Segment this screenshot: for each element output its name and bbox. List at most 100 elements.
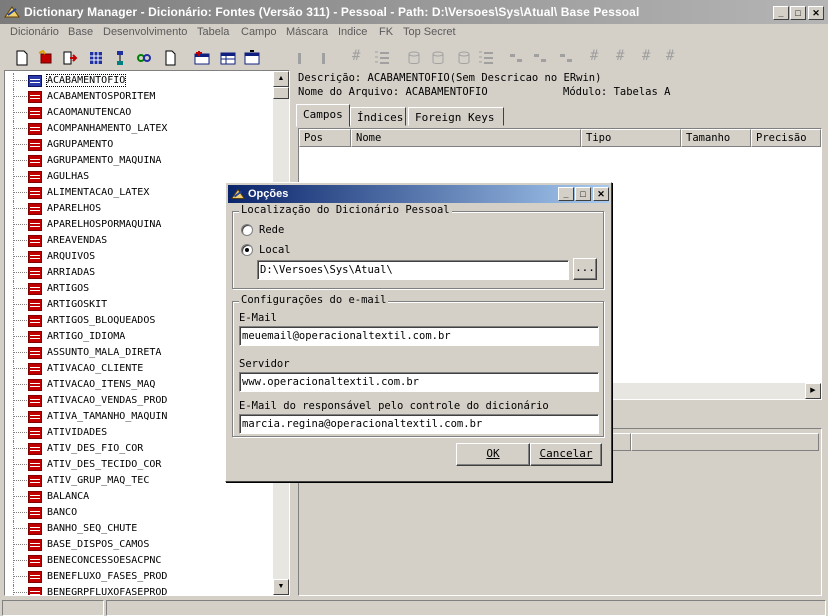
hash-icon[interactable]: # <box>616 48 632 64</box>
menu-fk[interactable]: FK <box>379 26 393 38</box>
tree-item[interactable]: BASE_DISPOS_CAMOS <box>5 537 273 553</box>
email-input[interactable]: meuemail@operacionaltextil.com.br <box>239 326 599 346</box>
menu-desenvolvimento[interactable]: Desenvolvimento <box>103 26 187 38</box>
database-icon[interactable] <box>406 50 422 66</box>
scroll-right-button[interactable]: ▶ <box>805 383 821 399</box>
tree-item[interactable]: AGRUPAMENTO_MAQUINA <box>5 153 273 169</box>
open-table-icon[interactable] <box>38 50 54 66</box>
menu-dicionario[interactable]: Dicionário <box>10 26 59 38</box>
menu-tabela[interactable]: Tabela <box>197 26 229 38</box>
status-panel <box>106 600 826 616</box>
close-button[interactable]: ✕ <box>808 6 824 20</box>
tree-connector <box>13 153 14 169</box>
export-icon[interactable] <box>62 50 78 66</box>
tree-item[interactable]: ACABAMENTOSPORITEM <box>5 89 273 105</box>
cancel-button[interactable]: Cancelar <box>530 443 602 466</box>
table-icon <box>28 315 42 327</box>
tree-connector <box>13 368 27 369</box>
field-icon[interactable] <box>532 50 548 66</box>
table-icon <box>28 363 42 375</box>
table-icon <box>28 491 42 503</box>
tree-item[interactable]: BALANCA <box>5 489 273 505</box>
tree-item[interactable]: ACABAMENTOFIO <box>5 73 273 89</box>
tree-item-label: ATIVA_TAMANHO_MAQUIN <box>47 411 168 422</box>
table-icon <box>28 379 42 391</box>
tree-item[interactable]: BENECONCESSOESACPNC <box>5 553 273 569</box>
responsavel-input[interactable]: marcia.regina@operacionaltextil.com.br <box>239 414 599 434</box>
menu-mascara[interactable]: Máscara <box>286 26 328 38</box>
column-header-precisao[interactable]: Precisão <box>751 129 821 147</box>
options-dialog[interactable]: Opções _ □ ✕ Localização do Dicionário P… <box>225 182 612 482</box>
ok-button[interactable]: OK <box>456 443 530 466</box>
menu-campo[interactable]: Campo <box>241 26 276 38</box>
field-icon[interactable] <box>558 50 574 66</box>
path-input[interactable]: D:\Versoes\Sys\Atual\ <box>257 260 569 280</box>
tree-item-label: BENEFLUXO_FASES_PROD <box>47 571 168 582</box>
radio-local[interactable] <box>241 244 253 256</box>
tab-indices[interactable]: Índices <box>350 107 406 126</box>
tree-item-label: BANCO <box>47 507 78 518</box>
table-icon <box>28 459 42 471</box>
servidor-input[interactable]: www.operacionaltextil.com.br <box>239 372 599 392</box>
hash-icon[interactable]: # <box>666 48 682 64</box>
minimize-button[interactable]: _ <box>773 6 789 20</box>
dialog-close-button[interactable]: ✕ <box>593 187 609 201</box>
dialog-maximize-button[interactable]: □ <box>575 187 591 201</box>
tree-item[interactable]: BENEGRPFLUXOFASEPROD <box>5 585 273 595</box>
table-icon <box>28 539 42 551</box>
tree-connector <box>13 473 14 489</box>
radio-rede-label[interactable]: Rede <box>259 224 284 236</box>
tree-item[interactable]: BENEFLUXO_FASES_PROD <box>5 569 273 585</box>
menu-top-secret[interactable]: Top Secret <box>403 26 456 38</box>
menu-indice[interactable]: Indice <box>338 26 367 38</box>
tree-item[interactable]: BANHO_SEQ_CHUTE <box>5 521 273 537</box>
maximize-button[interactable]: □ <box>790 6 806 20</box>
tree-connector <box>13 208 27 209</box>
tree-connector <box>13 272 27 273</box>
tab-campos[interactable]: Campos <box>296 104 350 127</box>
scroll-up-button[interactable]: ▲ <box>273 71 289 87</box>
database-icon[interactable] <box>430 50 446 66</box>
window-title-bar[interactable]: Dictionary Manager - Dicionário: Fontes … <box>0 0 828 24</box>
link-icon[interactable] <box>136 50 152 66</box>
tab-foreign-keys[interactable]: Foreign Keys <box>408 107 504 126</box>
table-icon[interactable] <box>220 50 236 66</box>
dictionary-app-icon <box>4 6 20 18</box>
database-icon[interactable] <box>456 50 472 66</box>
hash-icon[interactable]: # <box>590 48 606 64</box>
scroll-thumb[interactable] <box>273 87 289 99</box>
column-header-tamanho[interactable]: Tamanho <box>681 129 751 147</box>
tree-icon[interactable] <box>112 50 128 66</box>
tree-connector <box>13 288 27 289</box>
column-header-nome[interactable]: Nome <box>351 129 581 147</box>
hash-icon[interactable]: # <box>642 48 658 64</box>
tree-connector <box>13 393 14 409</box>
tree-item[interactable]: ACAOMANUTENCAO <box>5 105 273 121</box>
column-header-tipo[interactable]: Tipo <box>581 129 681 147</box>
new-document-icon[interactable] <box>14 50 30 66</box>
column-icon[interactable] <box>316 50 332 66</box>
menu-base[interactable]: Base <box>68 26 93 38</box>
grid-icon[interactable] <box>88 50 104 66</box>
sort-list-icon[interactable] <box>478 50 494 66</box>
tree-item-label: APARELHOSPORMAQUINA <box>47 219 162 230</box>
tree-item[interactable]: ACOMPANHAMENTO_LATEX <box>5 121 273 137</box>
dialog-title-bar[interactable]: Opções _ □ ✕ <box>228 185 609 203</box>
scroll-down-button[interactable]: ▼ <box>273 579 289 595</box>
hash-list-icon[interactable] <box>374 50 390 66</box>
page-icon[interactable] <box>162 50 178 66</box>
radio-rede[interactable] <box>241 224 253 236</box>
column-header-pos[interactable]: Pos <box>299 129 351 147</box>
dialog-minimize-button[interactable]: _ <box>558 187 574 201</box>
tree-item[interactable]: AGRUPAMENTO <box>5 137 273 153</box>
field-icon[interactable] <box>508 50 524 66</box>
tree-connector <box>13 560 27 561</box>
column-icon[interactable] <box>292 50 308 66</box>
browse-button[interactable]: ... <box>573 258 597 280</box>
ok-button-label: OK <box>486 447 500 460</box>
add-table-icon[interactable] <box>194 50 210 66</box>
radio-local-label[interactable]: Local <box>259 244 291 256</box>
tree-item[interactable]: BANCO <box>5 505 273 521</box>
hash-list-icon[interactable]: # <box>352 48 368 64</box>
edit-table-icon[interactable] <box>244 50 260 66</box>
